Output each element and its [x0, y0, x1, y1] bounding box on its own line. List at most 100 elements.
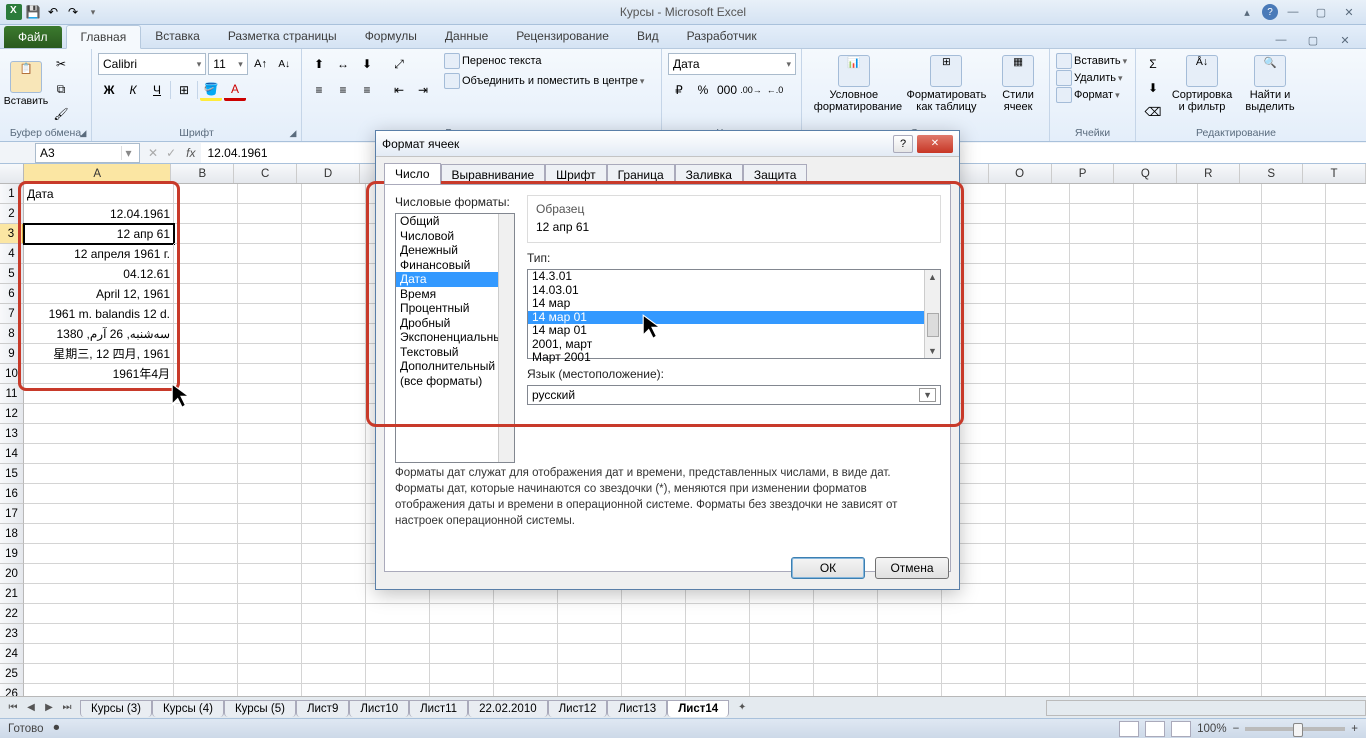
cell-C14[interactable] [238, 444, 302, 464]
cell-A8[interactable]: سه‌شنبه, 26 آرم, 1380 [24, 324, 174, 344]
scroll-thumb[interactable] [927, 313, 939, 337]
align-right-icon[interactable]: ≡ [356, 79, 378, 101]
cell-B6[interactable] [174, 284, 238, 304]
cell-F26[interactable] [430, 684, 494, 696]
font-name-combo[interactable]: Calibri▾ [98, 53, 206, 75]
cell-D4[interactable] [302, 244, 366, 264]
cell-A24[interactable] [24, 644, 174, 664]
cell-S7[interactable] [1262, 304, 1326, 324]
cell-E23[interactable] [366, 624, 430, 644]
row-header-2[interactable]: 2 [0, 204, 24, 224]
comma-icon[interactable]: 000 [716, 79, 738, 101]
cell-G22[interactable] [494, 604, 558, 624]
cell-T13[interactable] [1326, 424, 1366, 444]
cell-I23[interactable] [622, 624, 686, 644]
lang-combo[interactable]: русский ▼ [527, 385, 941, 405]
cell-A16[interactable] [24, 484, 174, 504]
num-format-item-6[interactable]: Процентный [396, 301, 514, 316]
cell-O11[interactable] [1006, 384, 1070, 404]
cell-A9[interactable]: 星期三, 12 四月, 1961 [24, 344, 174, 364]
cell-O24[interactable] [1006, 644, 1070, 664]
cell-D22[interactable] [302, 604, 366, 624]
align-bottom-icon[interactable]: ⬇ [356, 53, 378, 75]
col-header-S[interactable]: S [1240, 164, 1303, 183]
dialog-tab-0[interactable]: Число [384, 163, 441, 184]
cell-A15[interactable] [24, 464, 174, 484]
cell-C7[interactable] [238, 304, 302, 324]
cell-Q15[interactable] [1134, 464, 1198, 484]
cancel-button[interactable]: Отмена [875, 557, 949, 579]
type-list[interactable]: 14.3.0114.03.0114 мар14 мар 0114 мар 012… [527, 269, 941, 359]
cell-O19[interactable] [1006, 544, 1070, 564]
cell-S10[interactable] [1262, 364, 1326, 384]
row-header-18[interactable]: 18 [0, 524, 24, 544]
cell-Q9[interactable] [1134, 344, 1198, 364]
cell-Q7[interactable] [1134, 304, 1198, 324]
cell-D20[interactable] [302, 564, 366, 584]
cell-Q24[interactable] [1134, 644, 1198, 664]
cell-B8[interactable] [174, 324, 238, 344]
row-header-1[interactable]: 1 [0, 184, 24, 204]
cell-R16[interactable] [1198, 484, 1262, 504]
type-item-6[interactable]: Март 2001 [528, 351, 940, 365]
cell-R26[interactable] [1198, 684, 1262, 696]
cell-P22[interactable] [1070, 604, 1134, 624]
num-format-item-2[interactable]: Денежный [396, 243, 514, 258]
cell-D5[interactable] [302, 264, 366, 284]
row-header-11[interactable]: 11 [0, 384, 24, 404]
cell-D14[interactable] [302, 444, 366, 464]
font-size-combo[interactable]: 11▾ [208, 53, 247, 75]
col-header-A[interactable]: A [24, 164, 171, 183]
cell-P3[interactable] [1070, 224, 1134, 244]
sheet-tab-4[interactable]: Лист10 [349, 700, 409, 717]
cell-G26[interactable] [494, 684, 558, 696]
dialog-tab-5[interactable]: Защита [743, 164, 808, 185]
num-format-item-9[interactable]: Текстовый [396, 345, 514, 360]
type-item-5[interactable]: 2001, март [528, 338, 940, 352]
cell-B10[interactable] [174, 364, 238, 384]
cell-O15[interactable] [1006, 464, 1070, 484]
row-header-21[interactable]: 21 [0, 584, 24, 604]
row-header-5[interactable]: 5 [0, 264, 24, 284]
cell-A17[interactable] [24, 504, 174, 524]
cell-M22[interactable] [878, 604, 942, 624]
cell-R10[interactable] [1198, 364, 1262, 384]
cell-A14[interactable] [24, 444, 174, 464]
col-header-B[interactable]: B [171, 164, 234, 183]
underline-button[interactable]: Ч [146, 79, 168, 101]
cell-C24[interactable] [238, 644, 302, 664]
cell-G25[interactable] [494, 664, 558, 684]
cell-T24[interactable] [1326, 644, 1366, 664]
cell-C12[interactable] [238, 404, 302, 424]
type-item-4[interactable]: 14 мар 01 [528, 324, 940, 338]
cell-A22[interactable] [24, 604, 174, 624]
maximize-icon[interactable]: ▢ [1308, 4, 1334, 20]
help-icon[interactable]: ? [1262, 4, 1278, 20]
sheet-tab-8[interactable]: Лист13 [607, 700, 667, 717]
select-all-corner[interactable] [0, 164, 24, 184]
cell-S13[interactable] [1262, 424, 1326, 444]
cell-D7[interactable] [302, 304, 366, 324]
cell-A26[interactable] [24, 684, 174, 696]
cell-F22[interactable] [430, 604, 494, 624]
cell-L24[interactable] [814, 644, 878, 664]
cell-D23[interactable] [302, 624, 366, 644]
cell-B23[interactable] [174, 624, 238, 644]
cell-S4[interactable] [1262, 244, 1326, 264]
cell-O5[interactable] [1006, 264, 1070, 284]
type-list-scrollbar[interactable]: ▲ ▼ [924, 270, 940, 358]
cell-D12[interactable] [302, 404, 366, 424]
cell-R18[interactable] [1198, 524, 1262, 544]
cell-O1[interactable] [1006, 184, 1070, 204]
cell-D21[interactable] [302, 584, 366, 604]
cell-P25[interactable] [1070, 664, 1134, 684]
minimize-icon[interactable]: — [1280, 4, 1306, 20]
cell-T9[interactable] [1326, 344, 1366, 364]
cell-K22[interactable] [750, 604, 814, 624]
cell-B2[interactable] [174, 204, 238, 224]
italic-button[interactable]: К [122, 79, 144, 101]
cell-P21[interactable] [1070, 584, 1134, 604]
cell-R14[interactable] [1198, 444, 1262, 464]
cell-B16[interactable] [174, 484, 238, 504]
cell-T23[interactable] [1326, 624, 1366, 644]
